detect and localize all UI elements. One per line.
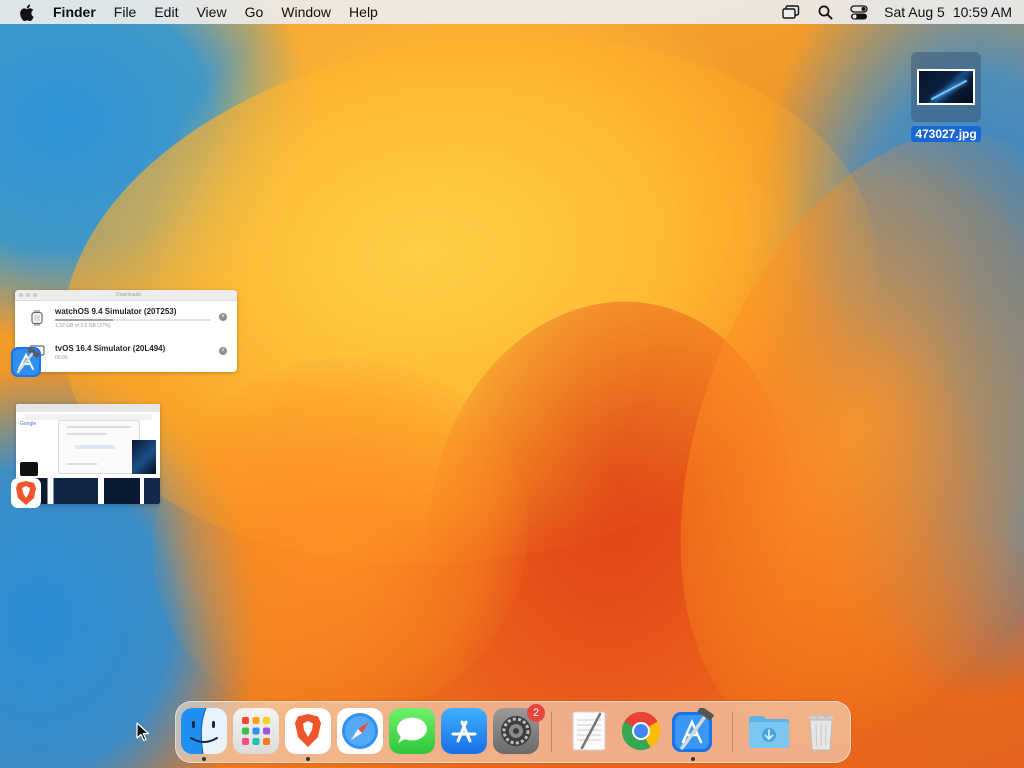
messages-icon <box>389 708 435 754</box>
dock-item-app-store[interactable] <box>441 708 487 754</box>
download-item: tvOS 16.4 Simulator (20L494) 00:00 × <box>15 335 237 369</box>
dock-separator <box>732 712 733 752</box>
menu-file[interactable]: File <box>105 0 146 24</box>
browser-dialog <box>58 420 140 474</box>
mouse-cursor-icon <box>136 722 150 747</box>
desktop-file-icon[interactable]: 473027.jpg <box>904 52 988 142</box>
menu-edit[interactable]: Edit <box>145 0 187 24</box>
xcode-icon <box>10 346 42 378</box>
dock-separator <box>551 712 552 752</box>
dock-item-messages[interactable] <box>389 708 435 754</box>
download-item: watchOS 9.4 Simulator (20T253) 1.32 GB o… <box>15 301 237 335</box>
xcode-icon <box>670 708 716 754</box>
dock-item-safari[interactable] <box>337 708 383 754</box>
window-titlebar: Downloads <box>15 290 237 301</box>
notification-badge: 2 <box>527 704 545 722</box>
desktop-file-name: 473027.jpg <box>911 126 981 142</box>
dock-item-brave[interactable] <box>285 708 331 754</box>
app-store-icon <box>441 708 487 754</box>
window-title: Downloads <box>116 292 141 298</box>
chrome-icon <box>618 708 664 754</box>
minimize-dot <box>26 293 30 297</box>
close-dot <box>19 293 23 297</box>
dock-item-chrome[interactable] <box>618 708 664 754</box>
download-name: watchOS 9.4 Simulator (20T253) <box>55 307 177 316</box>
screen-mirroring-icon[interactable] <box>774 0 808 24</box>
image-thumbnail-icon <box>917 69 975 105</box>
control-center-icon[interactable] <box>842 0 876 24</box>
download-progress-fill <box>55 319 113 321</box>
finder-icon <box>181 708 227 754</box>
dock-item-trash[interactable] <box>798 708 844 754</box>
dock-item-downloads[interactable] <box>746 708 792 754</box>
zoom-dot <box>33 293 37 297</box>
dock-item-launchpad[interactable] <box>233 708 279 754</box>
apple-menu-icon[interactable] <box>8 4 44 21</box>
clock-time: 10:59 AM <box>952 4 1012 20</box>
menu-clock[interactable]: Sat Aug 5 10:59 AM <box>884 4 1012 20</box>
safari-icon <box>337 708 383 754</box>
download-name: tvOS 16.4 Simulator (20L494) <box>55 343 166 353</box>
browser-page-logo: Google <box>20 421 37 427</box>
download-progress-bar <box>55 319 211 321</box>
menu-bar-extras: Sat Aug 5 10:59 AM <box>774 0 1024 24</box>
download-detail: 1.32 GB of 3.6 GB (37%) <box>55 323 111 329</box>
running-indicator <box>306 757 310 761</box>
menu-view[interactable]: View <box>187 0 235 24</box>
clock-date: Sat Aug 5 <box>884 4 945 20</box>
spotlight-search-icon[interactable] <box>808 0 842 24</box>
download-detail: 00:00 <box>55 354 68 361</box>
dock-item-finder[interactable] <box>181 708 227 754</box>
dock-item-textedit[interactable] <box>566 708 612 754</box>
brave-icon <box>10 477 42 509</box>
apple-watch-icon <box>29 310 45 326</box>
running-indicator <box>691 757 695 761</box>
dock: 2 <box>175 701 851 763</box>
menu-app-name[interactable]: Finder <box>44 0 105 24</box>
browser-image-result <box>132 440 156 474</box>
brave-icon <box>285 708 331 754</box>
browser-tabbar <box>16 404 160 412</box>
menu-window[interactable]: Window <box>272 0 340 24</box>
launchpad-icon <box>233 708 279 754</box>
file-thumbnail-selection <box>911 52 981 122</box>
downloads-folder-icon <box>746 708 792 754</box>
trash-icon <box>798 708 844 754</box>
textedit-icon <box>566 708 612 754</box>
minimized-downloads-window[interactable]: Downloads watchOS 9.4 Simulator (20T253)… <box>15 290 237 372</box>
dock-item-system-settings[interactable]: 2 <box>493 704 545 754</box>
cancel-download-icon[interactable]: × <box>219 313 227 321</box>
cancel-download-icon[interactable]: × <box>219 347 227 355</box>
browser-thumbnail <box>20 462 38 476</box>
menu-bar: Finder File Edit View Go Window Help Sat… <box>0 0 1024 24</box>
dock-item-xcode[interactable] <box>670 708 716 754</box>
menu-go[interactable]: Go <box>236 0 273 24</box>
running-indicator <box>202 757 206 761</box>
menu-help[interactable]: Help <box>340 0 387 24</box>
